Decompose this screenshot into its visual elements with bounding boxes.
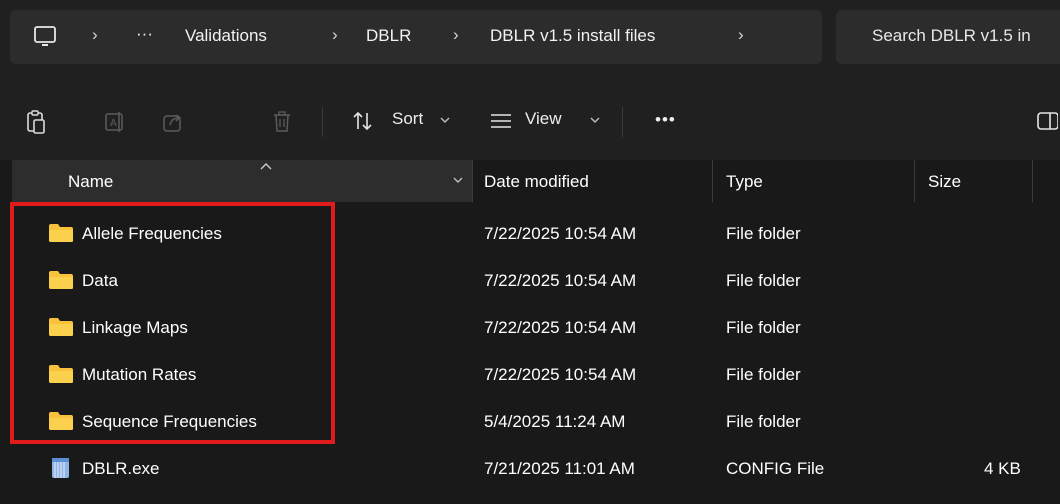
this-pc-icon[interactable] xyxy=(33,25,57,49)
chevron-down-icon xyxy=(590,117,600,123)
column-divider[interactable] xyxy=(914,160,915,202)
command-bar: A Sort View ••• xyxy=(0,80,1060,161)
paste-icon[interactable] xyxy=(26,110,46,134)
breadcrumb-install-files[interactable]: DBLR v1.5 install files xyxy=(490,26,655,46)
search-box[interactable]: Search DBLR v1.5 in xyxy=(836,10,1060,64)
more-options-button[interactable]: ••• xyxy=(655,110,676,130)
breadcrumb-separator: › xyxy=(738,25,744,44)
command-divider xyxy=(322,107,323,137)
breadcrumb-overflow[interactable]: ··· xyxy=(136,24,153,44)
file-date: 7/22/2025 10:54 AM xyxy=(484,365,637,384)
share-icon[interactable] xyxy=(162,110,184,134)
file-row[interactable]: DBLR.exe 7/21/2025 11:01 AM CONFIG File … xyxy=(0,445,1060,491)
file-name: DBLR.exe xyxy=(82,459,160,478)
file-date: 5/4/2025 11:24 AM xyxy=(484,412,626,431)
file-type: CONFIG File xyxy=(726,459,825,478)
breadcrumb-separator: › xyxy=(453,25,459,44)
rename-icon[interactable]: A xyxy=(104,110,126,134)
column-divider[interactable] xyxy=(472,160,473,202)
breadcrumb-dblr[interactable]: DBLR xyxy=(366,26,411,46)
file-size: 4 KB xyxy=(984,459,1021,478)
view-label: View xyxy=(525,109,562,128)
file-date: 7/22/2025 10:54 AM xyxy=(484,224,637,243)
svg-text:A: A xyxy=(110,118,117,129)
sort-icon xyxy=(353,111,372,131)
breadcrumb-validations[interactable]: Validations xyxy=(185,26,267,46)
column-divider[interactable] xyxy=(712,160,713,202)
column-size[interactable]: Size xyxy=(928,172,961,192)
chevron-down-icon xyxy=(440,117,450,123)
config-file-icon xyxy=(52,458,69,478)
chevron-down-icon[interactable] xyxy=(453,176,463,184)
file-type: File folder xyxy=(726,412,801,431)
file-date: 7/22/2025 10:54 AM xyxy=(484,271,637,290)
sort-ascending-icon xyxy=(260,163,272,170)
file-type: File folder xyxy=(726,365,801,384)
address-bar[interactable]: › ··· Validations › DBLR › DBLR v1.5 ins… xyxy=(10,10,822,64)
column-header-row: Name Date modified Type Size xyxy=(0,160,1060,202)
sort-label: Sort xyxy=(392,109,424,128)
column-date-modified[interactable]: Date modified xyxy=(484,172,589,192)
view-icon xyxy=(491,114,511,128)
command-divider xyxy=(622,107,623,137)
file-type: File folder xyxy=(726,318,801,337)
search-placeholder: Search DBLR v1.5 in xyxy=(872,26,1031,45)
breadcrumb-separator: › xyxy=(332,25,338,44)
file-date: 7/21/2025 11:01 AM xyxy=(484,459,635,478)
file-type: File folder xyxy=(726,224,801,243)
breadcrumb-separator: › xyxy=(92,25,98,44)
delete-icon[interactable] xyxy=(272,110,292,134)
column-name: Name xyxy=(68,172,114,191)
file-type: File folder xyxy=(726,271,801,290)
details-pane-icon[interactable] xyxy=(1036,110,1058,132)
column-divider[interactable] xyxy=(1032,160,1033,202)
column-type[interactable]: Type xyxy=(726,172,763,192)
file-date: 7/22/2025 10:54 AM xyxy=(484,318,637,337)
address-bar-row: › ··· Validations › DBLR › DBLR v1.5 ins… xyxy=(0,0,1060,80)
highlight-box xyxy=(10,202,335,444)
